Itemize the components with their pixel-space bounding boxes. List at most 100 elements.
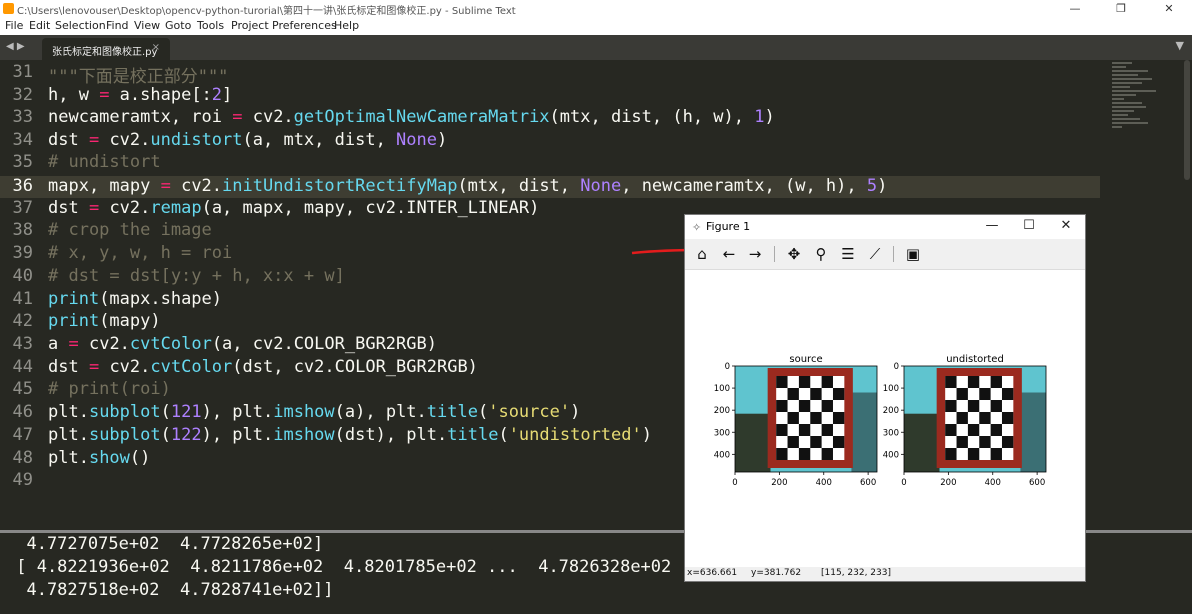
minimap[interactable] xyxy=(1108,60,1180,150)
checker-square xyxy=(832,388,845,400)
tab-nav-arrows[interactable]: ◀ ▶ xyxy=(6,41,25,52)
menu-edit[interactable]: Edit xyxy=(29,19,50,32)
subplots-config-icon[interactable]: ☰ xyxy=(838,244,858,264)
vertical-scrollbar[interactable] xyxy=(1184,60,1190,180)
checker-square xyxy=(832,412,845,424)
checker-square xyxy=(945,376,957,388)
y-tick-label: 100 xyxy=(883,384,899,394)
save-icon[interactable]: ▣ xyxy=(903,244,923,264)
figure-status-bar: x=636.661 y=381.762 [115, 232, 233] xyxy=(685,567,1085,581)
forward-arrow-icon[interactable]: → xyxy=(745,244,765,264)
console-line: 4.7727075e+02 4.7728265e+02] xyxy=(6,534,324,554)
x-tick-label: 600 xyxy=(1029,478,1045,488)
figure-canvas[interactable]: source 0 200 400 600 0 100 200 300 400 undistorted… xyxy=(685,270,1085,566)
line-number: 42 xyxy=(12,311,33,331)
checker-square xyxy=(787,412,799,424)
menu-selection[interactable]: Selection xyxy=(55,19,106,32)
menu-find[interactable]: Find xyxy=(106,19,129,32)
code-line: plt.show() xyxy=(48,448,151,468)
line-number: 32 xyxy=(12,85,33,105)
y-tick-label: 400 xyxy=(714,450,730,460)
line-number: 39 xyxy=(12,243,33,263)
x-tick-label: 200 xyxy=(771,478,787,488)
code-line: dst = cv2.cvtColor(dst, cv2.COLOR_BGR2RG… xyxy=(48,357,478,377)
checker-square xyxy=(787,436,799,448)
menu-preferences[interactable]: Preferences xyxy=(272,19,337,32)
checker-square xyxy=(810,412,822,424)
console-line: [ 4.8221936e+02 4.8211786e+02 4.8201785e… xyxy=(6,557,672,577)
toolbar-separator xyxy=(893,246,894,262)
subplot-title: source xyxy=(789,354,822,365)
window-title: C:\Users\lenovouser\Desktop\opencv-pytho… xyxy=(17,6,516,17)
pixel-value-readout: [115, 232, 233] xyxy=(821,568,892,578)
checker-square xyxy=(798,448,811,460)
menu-project[interactable]: Project xyxy=(231,19,269,32)
y-tick-label: 0 xyxy=(725,362,730,372)
checker-square xyxy=(979,412,991,424)
tab-dropdown-icon[interactable]: ▼ xyxy=(1176,39,1184,52)
checker-square xyxy=(776,448,788,460)
y-tick-label: 0 xyxy=(894,362,899,372)
y-tick-label: 400 xyxy=(883,450,899,460)
line-number: 38 xyxy=(12,220,33,240)
x-tick-label: 0 xyxy=(732,478,737,488)
sublime-app-icon xyxy=(3,3,14,14)
minimize-button[interactable]: — xyxy=(1052,0,1098,18)
figure-close-button[interactable]: ✕ xyxy=(1049,218,1083,233)
checker-square xyxy=(967,424,980,436)
line-number: 36 xyxy=(12,176,33,196)
line-number: 33 xyxy=(12,107,33,127)
checker-square xyxy=(956,412,968,424)
pan-icon[interactable]: ✥ xyxy=(784,244,804,264)
code-line: dst = cv2.undistort(a, mtx, dist, None) xyxy=(48,130,448,150)
checker-square xyxy=(945,424,957,436)
zoom-icon[interactable]: ⚲ xyxy=(811,244,831,264)
subplots-canvas[interactable]: source 0 200 400 600 0 100 200 300 400 undistorted… xyxy=(685,270,1085,566)
menu-file[interactable]: File xyxy=(5,19,23,32)
line-number: 47 xyxy=(12,425,33,445)
checker-square xyxy=(798,376,811,388)
y-tick-label: 300 xyxy=(714,428,730,438)
x-tick-label: 400 xyxy=(985,478,1001,488)
file-tab-label: 张氏标定和图像校正.py xyxy=(52,47,158,58)
menu-goto[interactable]: Goto xyxy=(165,19,191,32)
checker-square xyxy=(967,376,980,388)
image-right-region xyxy=(851,392,877,472)
menu-tools[interactable]: Tools xyxy=(197,19,224,32)
code-line: # undistort xyxy=(48,152,161,172)
y-tick-label: 300 xyxy=(883,428,899,438)
checker-square xyxy=(945,400,957,412)
figure-minimize-button[interactable]: — xyxy=(975,218,1009,233)
file-tab[interactable]: 张氏标定和图像校正.py × xyxy=(42,38,170,60)
figure-maximize-button[interactable]: ☐ xyxy=(1012,218,1046,233)
y-tick-label: 100 xyxy=(714,384,730,394)
menu-bar: File Edit Selection Find View Goto Tools… xyxy=(0,18,1192,35)
x-tick-label: 200 xyxy=(940,478,956,488)
close-button[interactable]: ✕ xyxy=(1146,0,1192,18)
code-line: mapx, mapy = cv2.initUndistortRectifyMap… xyxy=(48,176,888,196)
maximize-button[interactable]: ❐ xyxy=(1098,0,1144,18)
code-line: """下面是校正部分""" xyxy=(48,67,229,87)
home-icon[interactable]: ⌂ xyxy=(692,244,712,264)
matplotlib-figure-window[interactable]: ✧ Figure 1 — ☐ ✕ ⌂ ← → ✥ ⚲ ☰ ⟋ ▣ source 0… xyxy=(684,214,1086,582)
checker-square xyxy=(787,388,799,400)
line-number: 37 xyxy=(12,198,33,218)
back-arrow-icon[interactable]: ← xyxy=(719,244,739,264)
code-line: newcameramtx, roi = cv2.getOptimalNewCam… xyxy=(48,107,775,127)
checker-square xyxy=(810,388,822,400)
checker-square xyxy=(821,400,833,412)
y-tick-label: 200 xyxy=(883,406,899,416)
checker-square xyxy=(956,436,968,448)
tab-close-icon[interactable]: × xyxy=(152,42,160,53)
checker-square xyxy=(832,436,845,448)
checker-square xyxy=(967,448,980,460)
menu-help[interactable]: Help xyxy=(334,19,359,32)
x-tick-label: 0 xyxy=(901,478,906,488)
edit-axes-icon[interactable]: ⟋ xyxy=(865,244,885,264)
title-bar: C:\Users\lenovouser\Desktop\opencv-pytho… xyxy=(0,0,1192,18)
code-line: print(mapy) xyxy=(48,311,161,331)
menu-view[interactable]: View xyxy=(134,19,160,32)
checker-square xyxy=(810,436,822,448)
line-number: 45 xyxy=(12,379,33,399)
line-number: 40 xyxy=(12,266,33,286)
